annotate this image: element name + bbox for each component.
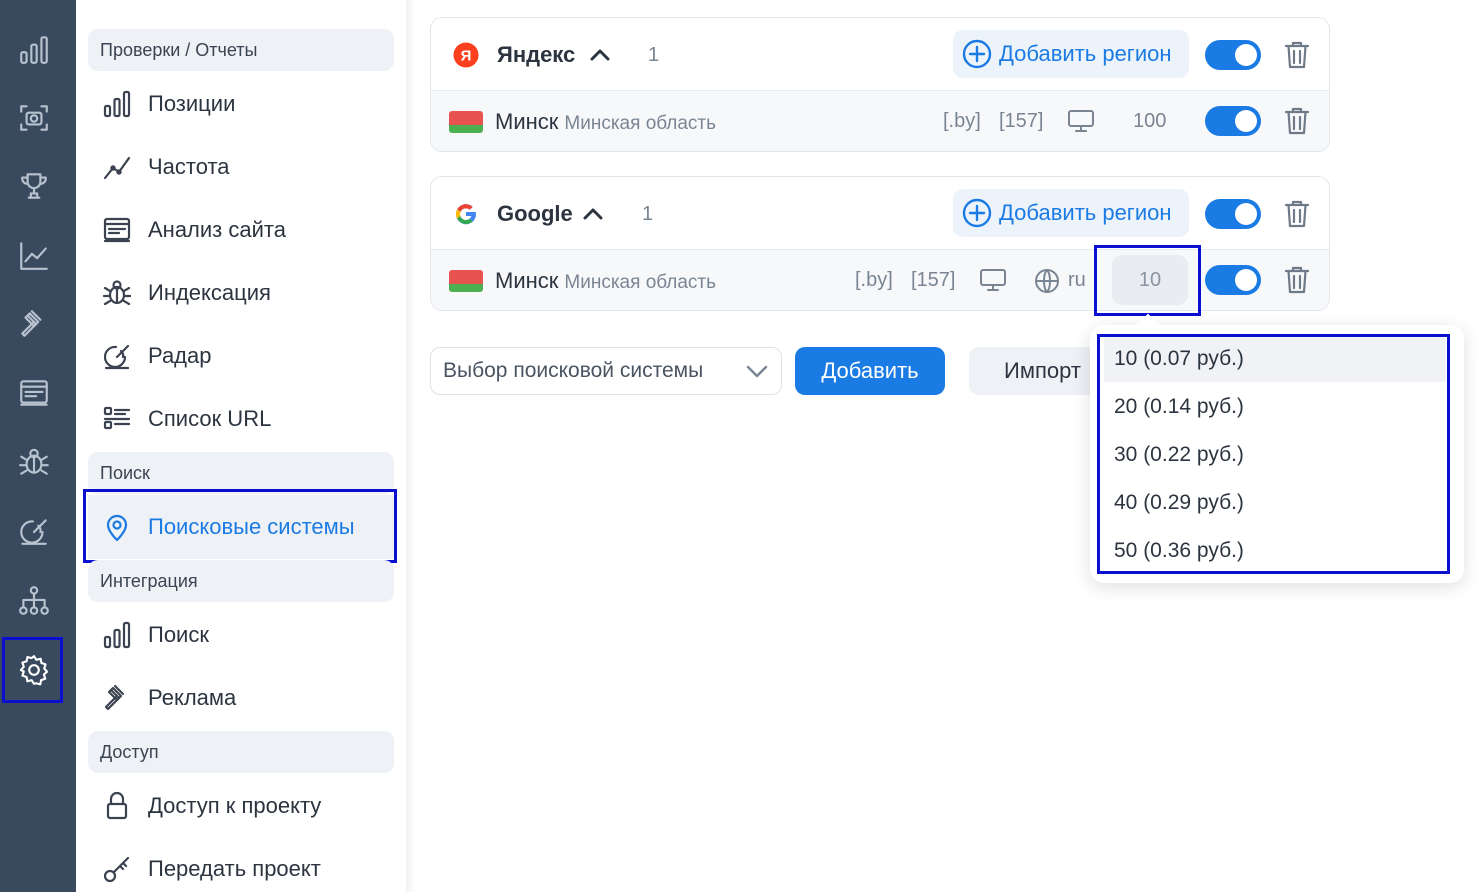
trash-icon[interactable] (1284, 265, 1310, 295)
engine-name: Яндекс (497, 42, 576, 67)
icon-rail (0, 0, 76, 892)
desktop-icon (1067, 109, 1095, 133)
svg-text:Я: Я (461, 48, 472, 65)
region-city: Минск Минская область (495, 268, 717, 293)
region-code: [157] (999, 110, 1044, 132)
lock-icon (100, 789, 134, 823)
trend-line-icon (100, 150, 134, 184)
add-region-button[interactable]: Добавить регион (953, 189, 1189, 237)
nav-section-reports: Проверки / Отчеты (88, 29, 394, 71)
nav-active-highlight (83, 489, 397, 563)
nav-item-indexing[interactable]: Индексация (100, 271, 271, 315)
nav-item-transfer-project[interactable]: Передать проект (100, 847, 321, 891)
gavel-icon[interactable] (14, 304, 54, 344)
site-analysis-icon (100, 213, 134, 247)
bar-chart-icon (100, 87, 134, 121)
region-code: [157] (911, 269, 956, 291)
add-region-button[interactable]: Добавить регион (953, 30, 1189, 78)
engine-toggle[interactable] (1205, 199, 1261, 229)
add-button[interactable]: Добавить (795, 347, 945, 395)
region-toggle[interactable] (1205, 106, 1261, 136)
nav-item-label: Индексация (148, 280, 271, 305)
region-depth[interactable]: 100 (1133, 110, 1166, 133)
plus-circle-icon (962, 39, 992, 69)
trend-chart-icon[interactable] (14, 236, 54, 276)
chevron-down-icon (745, 362, 769, 380)
dropdown-highlight (1097, 334, 1450, 574)
bug-icon (100, 276, 134, 310)
sitemap-icon[interactable] (14, 581, 54, 621)
nav-item-site-analysis[interactable]: Анализ сайта (100, 208, 286, 252)
globe-icon (1033, 267, 1061, 295)
yandex-logo-icon: Я (453, 42, 479, 68)
rail-active-highlight (2, 637, 63, 703)
bar-chart-icon (100, 618, 134, 652)
region-name: Минская область (564, 113, 717, 134)
desktop-icon (979, 268, 1007, 292)
engine-card-header: Google 1 Добавить регион (431, 177, 1329, 249)
trash-icon[interactable] (1284, 40, 1310, 70)
radar-icon (100, 339, 134, 373)
region-row: Минск Минская область [.by] [157] 100 (431, 90, 1329, 151)
nav-item-advertising[interactable]: Реклама (100, 676, 236, 720)
engine-toggle[interactable] (1205, 40, 1261, 70)
google-logo-icon (456, 204, 477, 225)
site-analysis-icon[interactable] (14, 373, 54, 413)
nav-item-label: Передать проект (148, 856, 321, 881)
nav-item-label: Позиции (148, 91, 236, 116)
nav-item-frequency[interactable]: Частота (100, 145, 230, 189)
nav-item-label: Частота (148, 154, 230, 179)
plus-circle-icon (962, 198, 992, 228)
camera-scan-icon[interactable] (14, 98, 54, 138)
nav-item-integration-search[interactable]: Поиск (100, 613, 209, 657)
nav-item-url-list[interactable]: Список URL (100, 397, 271, 441)
region-city: Минск Минская область (495, 109, 717, 134)
add-region-label: Добавить регион (999, 41, 1172, 66)
region-language: ru (1068, 269, 1086, 291)
search-engine-select-value: Выбор поисковой системы (443, 359, 704, 382)
depth-select-highlight (1094, 245, 1201, 316)
nav-item-label: Радар (148, 343, 212, 368)
engine-card-header: Я Яндекс 1 Добавить регион (431, 18, 1329, 90)
trophy-icon[interactable] (14, 166, 54, 206)
key-icon (100, 852, 134, 886)
chevron-up-icon[interactable] (582, 205, 604, 221)
bar-chart-icon[interactable] (14, 30, 54, 70)
add-region-label: Добавить регион (999, 200, 1172, 225)
region-domain: [.by] (855, 269, 893, 291)
belarus-flag-icon (449, 111, 483, 133)
settings-nav: Проверки / Отчеты Позиции Частота Анализ… (76, 0, 406, 892)
region-count: 1 (642, 203, 654, 225)
region-domain: [.by] (943, 110, 981, 132)
chevron-up-icon[interactable] (589, 46, 611, 62)
trash-icon[interactable] (1284, 199, 1310, 229)
nav-item-project-access[interactable]: Доступ к проекту (100, 784, 321, 828)
engine-name: Google (497, 201, 573, 226)
url-list-icon (100, 402, 134, 436)
region-name: Минская область (564, 272, 717, 293)
nav-item-label: Список URL (148, 406, 272, 431)
nav-item-radar[interactable]: Радар (100, 334, 212, 378)
region-count: 1 (648, 44, 660, 66)
nav-section-search: Поиск (88, 452, 394, 494)
region-toggle[interactable] (1205, 265, 1261, 295)
nav-item-positions[interactable]: Позиции (100, 82, 235, 126)
nav-item-label: Анализ сайта (148, 217, 286, 242)
bug-icon[interactable] (14, 442, 54, 482)
trash-icon[interactable] (1284, 106, 1310, 136)
nav-item-label: Доступ к проекту (148, 793, 322, 818)
nav-item-label: Реклама (148, 685, 237, 710)
gavel-icon (100, 681, 134, 715)
nav-section-integration: Интеграция (88, 560, 394, 602)
nav-shadow (406, 0, 416, 892)
radar-icon[interactable] (14, 511, 54, 551)
nav-section-access: Доступ (88, 731, 394, 773)
nav-item-label: Поиск (148, 622, 209, 647)
search-engine-select[interactable]: Выбор поисковой системы (430, 347, 782, 395)
engine-card-yandex: Я Яндекс 1 Добавить регион Минск Минская … (430, 17, 1330, 152)
belarus-flag-icon (449, 270, 483, 292)
